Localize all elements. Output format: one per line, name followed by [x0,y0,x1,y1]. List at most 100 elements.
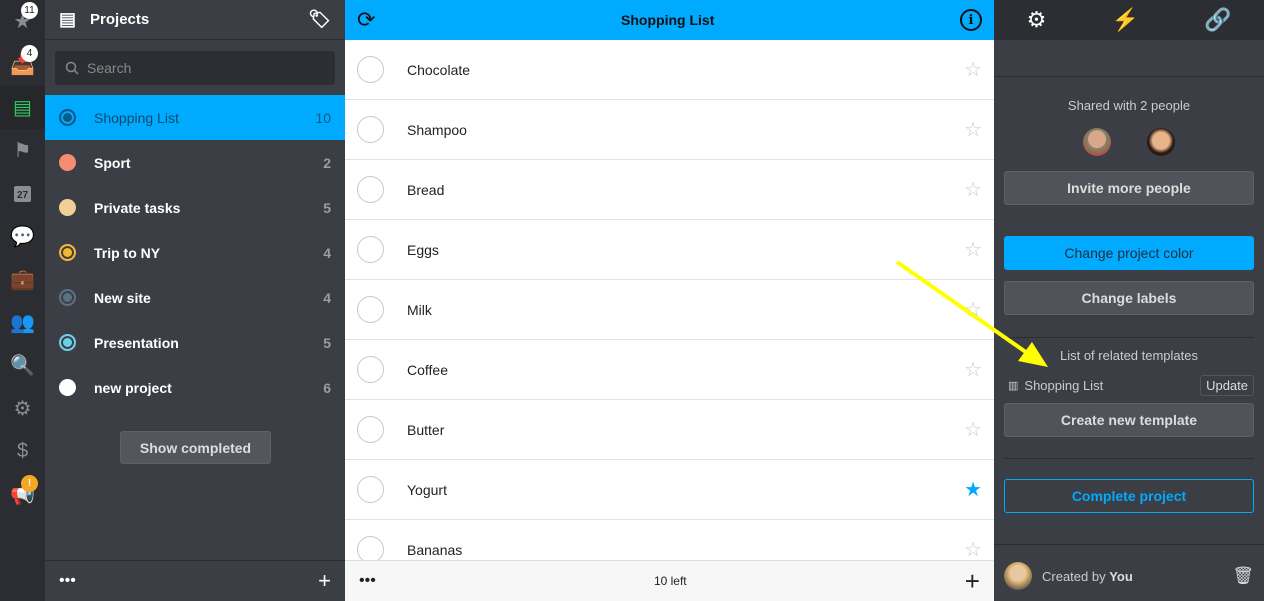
star-icon[interactable]: ★ [964,477,982,502]
gear-icon[interactable]: ⚙ [1027,7,1047,33]
task-checkbox[interactable] [357,56,384,83]
task-checkbox[interactable] [357,356,384,383]
task-item[interactable]: Chocolate ☆ [345,40,994,100]
task-checkbox[interactable] [357,236,384,263]
project-item[interactable]: Sport 2 [45,140,345,185]
search-input[interactable] [87,60,268,76]
task-checkbox[interactable] [357,536,384,560]
briefcase-icon: ▥ [1008,380,1019,392]
dollar-nav-button[interactable]: $ [0,430,45,473]
add-project-button[interactable]: + [318,568,331,594]
search-icon [65,61,79,75]
projects-icon: ▤ [59,9,77,29]
search-nav-button[interactable]: 🔍 [0,344,45,387]
projects-nav-button[interactable]: ▤ [0,86,45,129]
task-name: Bread [407,181,445,198]
task-checkbox[interactable] [357,116,384,143]
task-item[interactable]: Eggs ☆ [345,220,994,280]
calendar-icon: 27 [13,185,32,202]
chat-nav-button[interactable]: 💬 [0,215,45,258]
change-labels-button[interactable]: Change labels [1004,281,1254,315]
project-name: Private tasks [94,199,181,216]
project-color-dot [59,154,76,171]
task-checkbox[interactable] [357,176,384,203]
change-project-color-button[interactable]: Change project color [1004,236,1254,270]
star-icon[interactable]: ☆ [964,417,982,442]
star-icon[interactable]: ☆ [964,237,982,262]
complete-project-button[interactable]: Complete project [1004,479,1254,513]
invite-people-button[interactable]: Invite more people [1004,171,1254,205]
star-icon[interactable]: ☆ [964,537,982,560]
flag-nav-button[interactable]: ⚑ [0,129,45,172]
star-icon[interactable]: ☆ [964,357,982,382]
search-icon: 🔍 [10,355,35,377]
update-template-button[interactable]: Update [1200,375,1254,396]
gear-icon: ⚙ [13,398,32,420]
task-item[interactable]: Shampoo ☆ [345,100,994,160]
star-icon[interactable]: ☆ [964,177,982,202]
gear-nav-button[interactable]: ⚙ [0,387,45,430]
more-button[interactable]: ••• [359,572,376,590]
add-task-button[interactable]: + [965,566,980,597]
created-by-name: You [1109,568,1133,584]
task-item[interactable]: Bananas ☆ [345,520,994,560]
tag-icon[interactable]: 🏷 [308,9,331,30]
lightning-icon[interactable]: ⚡ [1111,7,1138,33]
project-list: Shopping List 10 Sport 2 Private tasks 5 Trip … [45,95,345,410]
projects-icon: ▤ [13,97,32,119]
project-item[interactable]: Trip to NY 4 [45,230,345,275]
list-title: Shopping List [621,12,715,28]
star-icon[interactable]: ☆ [964,117,982,142]
task-item[interactable]: Yogurt ★ [345,460,994,520]
project-count: 4 [323,244,331,261]
dollar-icon: $ [16,440,29,462]
task-checkbox[interactable] [357,416,384,443]
template-row: ▥ Shopping List Update [1008,375,1254,396]
task-name: Milk [407,301,432,318]
badge-count: 4 [21,45,38,62]
project-name: New site [94,289,151,306]
sidebar-header: ▤ Projects 🏷 [45,0,345,40]
task-checkbox[interactable] [357,476,384,503]
sync-icon[interactable]: ⟳ [357,7,375,33]
task-item[interactable]: Coffee ☆ [345,340,994,400]
panel-tabs: ⚙ ⚡ 🔗 [994,0,1264,40]
star-icon[interactable]: ☆ [964,57,982,82]
badge-count: 11 [21,2,38,19]
templates-title: List of related templates [1059,348,1199,363]
project-name: Sport [94,154,131,171]
task-item[interactable]: Bread ☆ [345,160,994,220]
avatar [1004,562,1032,590]
info-icon[interactable]: i [959,9,982,31]
project-item[interactable]: new project 6 [45,365,345,410]
task-item[interactable]: Butter ☆ [345,400,994,460]
project-settings-panel: ⚙ ⚡ 🔗 Print Shared with 2 people Invite … [994,0,1264,601]
project-item[interactable]: New site 4 [45,275,345,320]
sidebar-title: Projects [90,11,150,28]
more-button[interactable]: ••• [59,572,76,590]
people-nav-button[interactable]: 👥 [0,301,45,344]
task-name: Shampoo [407,121,467,138]
project-item[interactable]: Private tasks 5 [45,185,345,230]
template-name[interactable]: Shopping List [1024,378,1103,393]
task-item[interactable]: Milk ☆ [345,280,994,340]
sidebar-footer: ••• + [45,560,345,601]
project-item[interactable]: Presentation 5 [45,320,345,365]
create-template-button[interactable]: Create new template [1004,403,1254,437]
inbox-nav-button[interactable]: 📥 4 [0,43,45,86]
task-name: Chocolate [407,61,471,78]
show-completed-button[interactable]: Show completed [120,431,271,464]
project-name: new project [94,379,172,396]
megaphone-nav-button[interactable]: 📢! [0,473,45,516]
calendar-nav-button[interactable]: 27 [0,172,45,215]
paperclip-icon[interactable]: 🔗 [1204,7,1231,33]
briefcase-nav-button[interactable]: 💼 [0,258,45,301]
star-nav-button[interactable]: ★ 11 [0,0,45,43]
project-count: 6 [323,379,331,396]
project-item[interactable]: Shopping List 10 [45,95,345,140]
created-by-label: Created by [1042,568,1106,584]
star-icon[interactable]: ☆ [964,297,982,322]
task-checkbox[interactable] [357,296,384,323]
trash-icon[interactable]: 🗑 [1232,566,1254,586]
project-color-dot [59,379,76,396]
